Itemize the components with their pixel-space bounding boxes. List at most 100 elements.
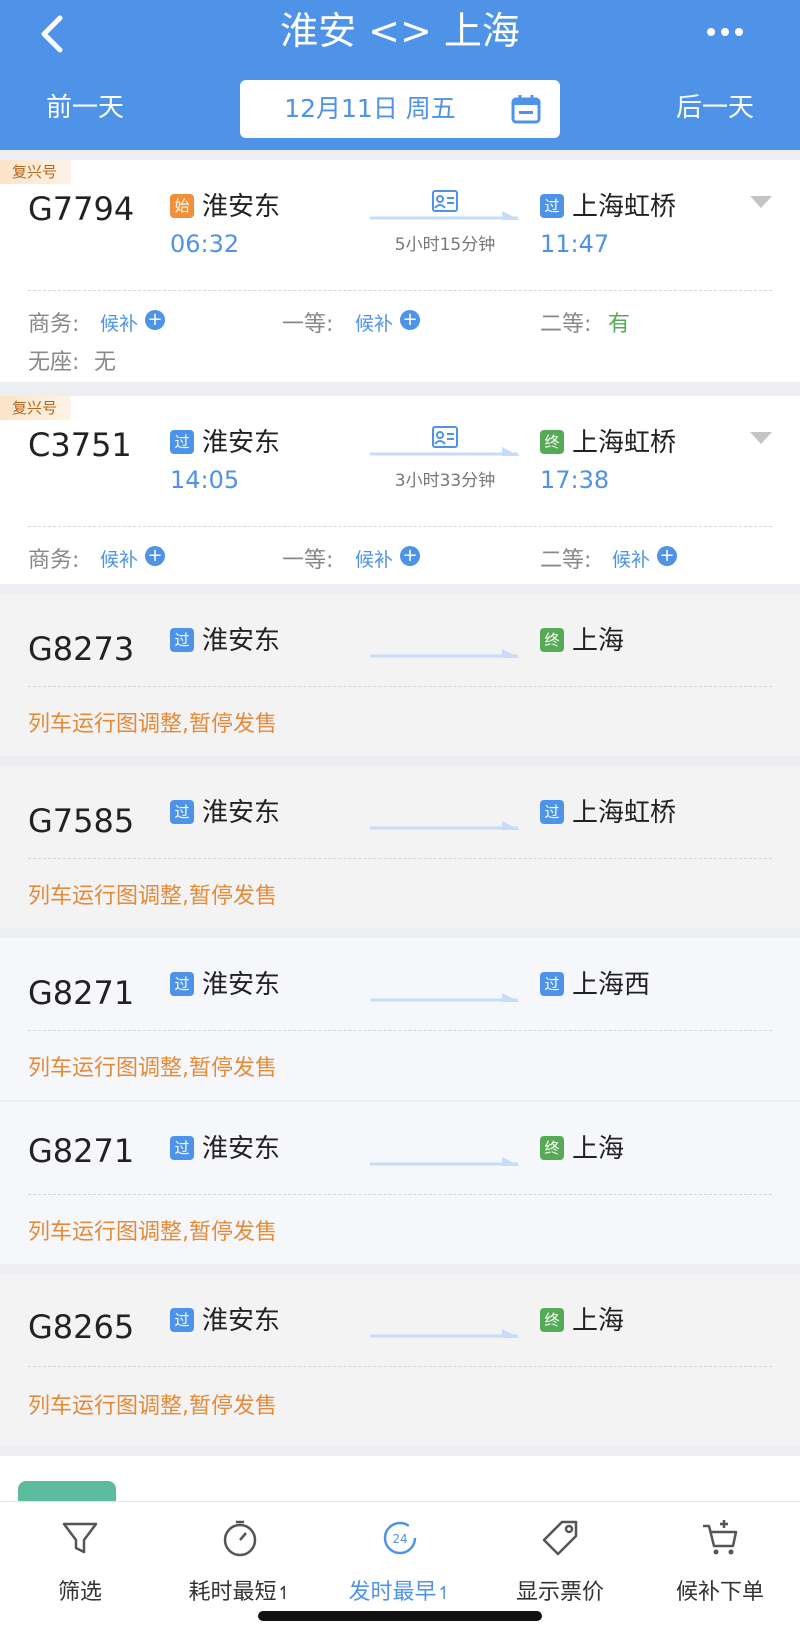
suspension-notice: 列车运行图调整,暂停发售 — [28, 1394, 277, 1419]
seat-label-second: 二等: — [540, 312, 592, 337]
train-card[interactable]: G8265 过 淮安东 终 上海 列车运行图调整,暂停发售 — [0, 1274, 800, 1446]
train-card[interactable]: G7585 过 淮安东 过 上海虹桥 列车运行图调整,暂停发售 — [0, 766, 800, 928]
train-number: G8273 — [28, 630, 135, 668]
id-card-icon — [432, 426, 458, 448]
floating-button[interactable] — [18, 1481, 116, 1501]
prev-day-button[interactable]: 前一天 — [46, 88, 124, 128]
departure-station: 淮安东 — [202, 1306, 281, 1336]
pass-tag: 过 — [540, 194, 564, 218]
header-bar: 淮安 <> 上海 前一天 12月11日 周五 后一天 — [0, 0, 800, 150]
suspension-notice: 列车运行图调整,暂停发售 — [28, 1220, 277, 1245]
add-waitlist-icon[interactable]: + — [145, 310, 165, 330]
tab-earliest-departure[interactable]: 24 发时最早↿ — [320, 1502, 480, 1622]
pass-tag: 过 — [170, 972, 194, 996]
departure-station: 淮安东 — [202, 1134, 281, 1164]
add-waitlist-icon[interactable]: + — [145, 546, 165, 566]
pass-tag: 过 — [540, 972, 564, 996]
divider — [28, 526, 772, 527]
train-number: G8265 — [28, 1308, 135, 1346]
waitlist-business[interactable]: 候补 — [100, 545, 138, 572]
home-indicator — [258, 1611, 542, 1621]
train-card[interactable]: 复兴号 G7794 始 淮安东 06:32 5小时15分钟 过 上海虹桥 11:… — [0, 160, 800, 382]
sort-arrow-icon: ↿ — [276, 1583, 292, 1604]
arrival-time: 17:38 — [540, 466, 610, 494]
divider — [28, 1194, 772, 1195]
filter-funnel-icon — [62, 1522, 98, 1554]
clock-24-icon: 24 — [383, 1521, 417, 1555]
tab-label-text: 发时最早 — [348, 1580, 437, 1605]
travel-duration: 3小时33分钟 — [394, 471, 496, 491]
train-card[interactable]: 复兴号 C3751 过 淮安东 14:05 3小时33分钟 终 上海虹桥 17:… — [0, 396, 800, 584]
direction-arrow — [370, 211, 520, 220]
sort-arrow-icon: ↿ — [436, 1583, 452, 1604]
tab-label: 候补下单 — [675, 1580, 764, 1605]
arrival-station: 上海虹桥 — [572, 428, 677, 458]
tab-show-price[interactable]: 显示票价 — [480, 1502, 640, 1622]
train-card[interactable]: G8271 过 淮安东 过 上海西 列车运行图调整,暂停发售 — [0, 938, 800, 1100]
direction-arrow — [370, 993, 520, 1002]
more-button[interactable] — [700, 14, 750, 50]
divider — [28, 1366, 772, 1367]
train-card[interactable]: G8271 过 淮安东 终 上海 列车运行图调整,暂停发售 — [0, 1102, 800, 1264]
direction-arrow — [370, 1157, 520, 1166]
waitlist-first[interactable]: 候补 — [355, 545, 393, 572]
suspension-notice: 列车运行图调整,暂停发售 — [28, 712, 277, 737]
clock-24-text: 24 — [392, 1532, 407, 1546]
arrival-station: 上海 — [572, 1134, 625, 1164]
seat-availability-standing: 无 — [94, 350, 117, 375]
date-picker[interactable]: 12月11日 周五 — [240, 80, 560, 138]
departure-station: 淮安东 — [202, 970, 281, 1000]
direction-arrow — [370, 649, 520, 658]
id-card-icon — [432, 190, 458, 212]
fuxing-badge: 复兴号 — [0, 160, 72, 184]
fuxing-badge: 复兴号 — [0, 396, 72, 420]
add-waitlist-icon[interactable]: + — [657, 546, 677, 566]
departure-station: 淮安东 — [202, 626, 281, 656]
arrival-station: 上海 — [572, 626, 625, 656]
tab-filter[interactable]: 筛选 — [0, 1502, 160, 1622]
list-footer — [0, 1456, 800, 1501]
calendar-icon — [511, 95, 541, 124]
tab-label-text: 耗时最短 — [188, 1580, 277, 1605]
terminal-tag: 终 — [540, 1308, 564, 1332]
direction-arrow — [370, 447, 520, 456]
add-waitlist-icon[interactable]: + — [400, 310, 420, 330]
divider — [28, 858, 772, 859]
suspension-notice: 列车运行图调整,暂停发售 — [28, 1056, 277, 1081]
arrival-station: 上海虹桥 — [572, 192, 677, 222]
pass-tag: 过 — [170, 1136, 194, 1160]
train-number: G7794 — [28, 190, 135, 228]
cart-plus-icon — [703, 1520, 738, 1555]
tab-label: 耗时最短↿ — [160, 1574, 320, 1606]
waitlist-business[interactable]: 候补 — [100, 309, 138, 336]
origin-tag: 始 — [170, 194, 194, 218]
waitlist-first[interactable]: 候补 — [355, 309, 393, 336]
expand-triangle-icon[interactable] — [750, 432, 772, 446]
train-number: C3751 — [28, 426, 132, 464]
departure-time: 06:32 — [170, 230, 240, 258]
tab-waitlist-order[interactable]: 候补下单 — [640, 1502, 800, 1622]
departure-time: 14:05 — [170, 466, 240, 494]
seat-label-first: 一等: — [282, 548, 334, 573]
next-day-button[interactable]: 后一天 — [676, 88, 754, 128]
train-card[interactable]: G8273 过 淮安东 终 上海 列车运行图调整,暂停发售 — [0, 594, 800, 756]
seat-label-business: 商务: — [28, 548, 80, 573]
departure-station: 淮安东 — [202, 428, 281, 458]
tab-label: 发时最早↿ — [320, 1574, 480, 1606]
pass-tag: 过 — [170, 628, 194, 652]
train-number: G8271 — [28, 974, 135, 1012]
waitlist-second[interactable]: 候补 — [612, 545, 650, 572]
arrival-station: 上海虹桥 — [572, 798, 677, 828]
arrival-time: 11:47 — [540, 230, 610, 258]
seat-label-second: 二等: — [540, 548, 592, 573]
seat-label-business: 商务: — [28, 312, 80, 337]
direction-arrow — [370, 1329, 520, 1338]
expand-triangle-icon[interactable] — [750, 196, 772, 210]
train-number: G7585 — [28, 802, 135, 840]
arrival-station: 上海西 — [572, 970, 651, 1000]
more-dots-icon — [707, 28, 743, 36]
terminal-tag: 终 — [540, 1136, 564, 1160]
direction-arrow — [370, 821, 520, 830]
add-waitlist-icon[interactable]: + — [400, 546, 420, 566]
tab-shortest-duration[interactable]: 耗时最短↿ — [160, 1502, 320, 1622]
